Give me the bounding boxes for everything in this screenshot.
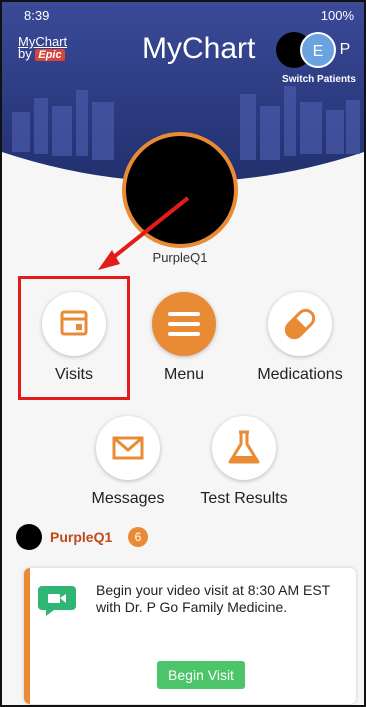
tile-medications[interactable]: Medications <box>240 292 360 384</box>
mychart-epic-logo: MyChart by Epic <box>18 35 67 61</box>
tile-test-results[interactable]: Test Results <box>184 416 304 508</box>
patient-name: PurpleQ1 <box>152 250 208 265</box>
begin-visit-button[interactable]: Begin Visit <box>157 661 245 689</box>
hamburger-icon <box>168 312 200 336</box>
switch-patients-button[interactable]: E P Switch Patients <box>276 32 356 88</box>
menu-label: Menu <box>163 366 205 383</box>
tile-messages[interactable]: Messages <box>68 416 188 508</box>
status-battery: 100% <box>320 8 354 23</box>
feed-avatar <box>16 524 42 550</box>
pill-icon <box>284 308 316 340</box>
notification-badge: 6 <box>128 527 148 547</box>
flask-icon <box>228 430 260 464</box>
messages-icon-circle <box>96 416 160 480</box>
patient-avatar <box>122 132 238 248</box>
logo-by: by <box>18 46 32 61</box>
video-visit-message: Begin your video visit at 8:30 AM EST wi… <box>96 582 330 615</box>
card-accent-bar <box>24 568 30 704</box>
feed-patient-name: PurpleQ1 <box>50 529 113 545</box>
messages-label: Messages <box>91 490 165 507</box>
test-results-icon-circle <box>212 416 276 480</box>
menu-icon-circle <box>152 292 216 356</box>
test-results-label: Test Results <box>200 490 288 507</box>
envelope-icon <box>112 436 144 460</box>
tile-menu[interactable]: Menu <box>124 292 244 384</box>
logo-epic: Epic <box>35 49 65 61</box>
visits-highlight-box <box>18 276 130 400</box>
switch-patients-label: Switch Patients <box>282 74 356 85</box>
status-time: 8:39 <box>24 8 50 23</box>
medications-label: Medications <box>257 366 343 383</box>
app-screen: 8:39 100% MyChart by Epic MyChart E P Sw… <box>0 0 366 707</box>
app-title: MyChart <box>142 32 256 65</box>
video-visit-card: Begin your video visit at 8:30 AM EST wi… <box>24 568 356 704</box>
video-chat-icon <box>38 586 76 616</box>
status-bar: 8:39 100% <box>24 8 354 24</box>
patient-avatar-p: P <box>339 41 351 58</box>
medications-icon-circle <box>268 292 332 356</box>
